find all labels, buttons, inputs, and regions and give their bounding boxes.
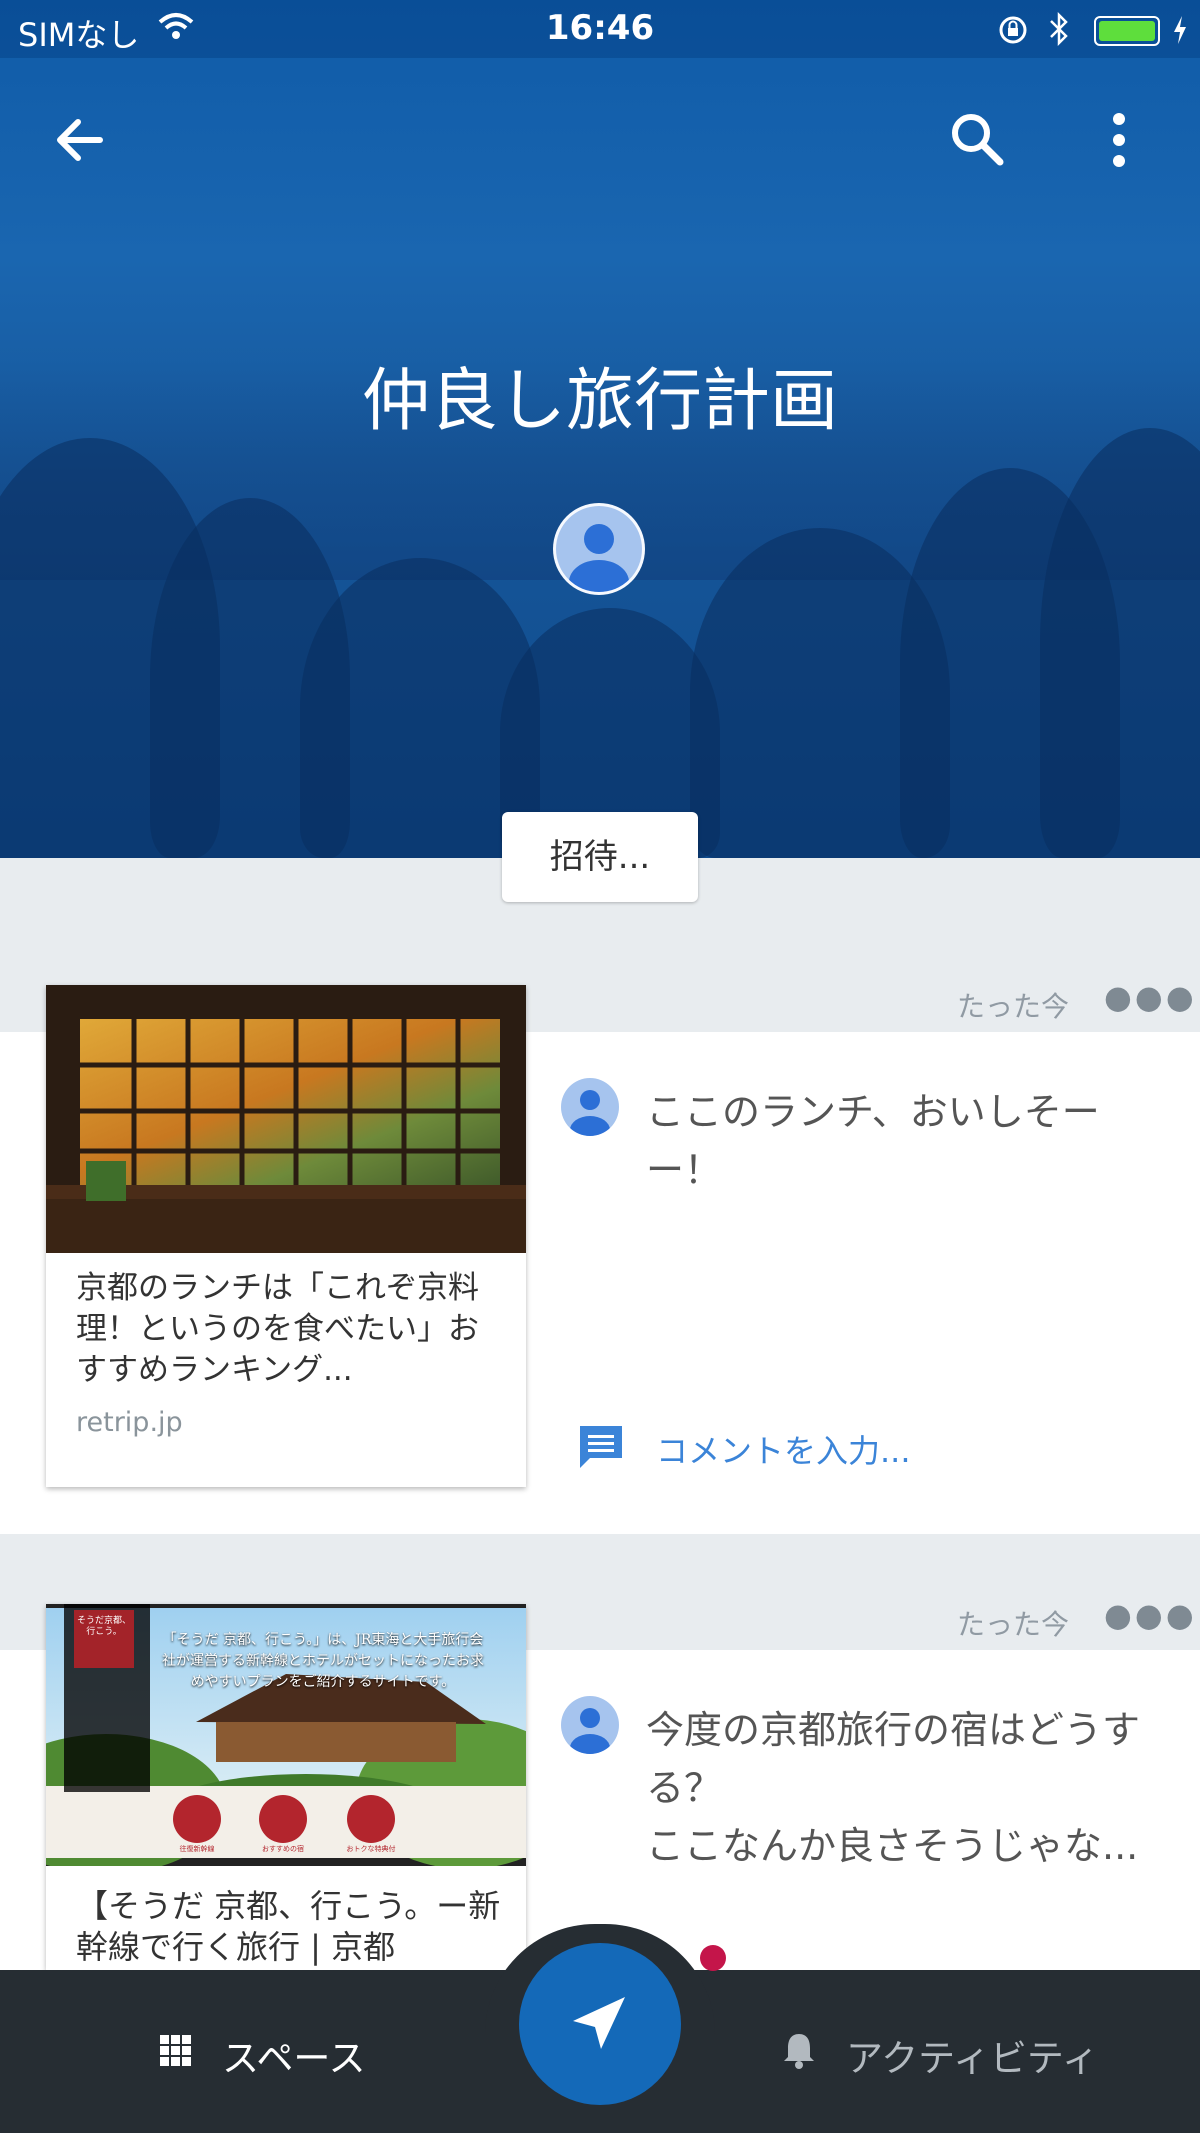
link-thumbnail-image: 「そうだ 京都、行こう。」は、JR東海と大手旅行会社が運営する新幹線とホテルがセ… (46, 1604, 526, 1866)
bell-icon[interactable] (782, 2030, 816, 2070)
link-preview-card[interactable]: 京都のランチは「これぞ京料理！というのを食べたい」おすすめランキング... re… (46, 985, 526, 1487)
link-title: 【そうだ 京都、行こう。ー新幹線で行く旅行 | 京都 (76, 1887, 501, 1966)
avatar-peek (700, 1945, 726, 1971)
link-thumbnail-image (46, 985, 526, 1253)
person-icon (570, 1090, 610, 1136)
space-header: SIMなし 16:46 仲良し旅行計画 (0, 0, 1200, 858)
image-icon-label: おすすめの宿 (262, 1845, 304, 1853)
post-time: たった今 (957, 1608, 1070, 1641)
person-icon (569, 524, 629, 592)
link-preview-card[interactable]: 「そうだ 京都、行こう。」は、JR東海と大手旅行会社が運営する新幹線とホテルがセ… (46, 1604, 526, 1970)
comment-text: 今度の京都旅行の宿はどうする？ ここなんか良さそうじゃな... (646, 1708, 1141, 1868)
invite-button[interactable]: 招待... (502, 812, 698, 902)
image-caption: 「そうだ 京都、行こう。」は、JR東海と大手旅行会社が運営する新幹線とホテルがセ… (162, 1632, 484, 1690)
status-bar: SIMなし 16:46 (0, 0, 1200, 58)
image-seal-text: そうだ京都、行こう。 (76, 1616, 131, 1637)
link-title: 京都のランチは「これぞ京料理！というのを食べたい」おすすめランキング... (76, 1270, 479, 1388)
person-icon (570, 1708, 610, 1754)
battery-icon (1094, 16, 1160, 46)
back-arrow-icon[interactable] (52, 112, 108, 168)
charging-bolt-icon (1174, 16, 1186, 44)
compose-fab-button[interactable] (519, 1943, 681, 2105)
nav-spaces[interactable]: スペース (222, 2028, 366, 2082)
search-icon[interactable] (948, 110, 1006, 168)
link-domain: retrip.jp (76, 1407, 183, 1438)
member-avatar[interactable] (553, 503, 645, 595)
more-horiz-icon[interactable]: ●●● (1104, 978, 1197, 1016)
send-icon (573, 1997, 625, 2049)
orientation-lock-icon (999, 16, 1027, 44)
nav-activity[interactable]: アクティビティ (846, 2028, 1099, 2082)
image-icon-label: おトクな特典付 (346, 1845, 396, 1853)
grid-icon[interactable] (160, 2035, 192, 2067)
image-icon-label: 往復新幹線 (179, 1845, 215, 1853)
more-vert-icon[interactable] (1102, 110, 1136, 170)
bluetooth-icon (1050, 12, 1068, 46)
comment-text: ここのランチ、おいしそーー！ (646, 1090, 1100, 1192)
comment-icon[interactable] (576, 1422, 626, 1472)
post-time: たった今 (957, 990, 1070, 1023)
more-horiz-icon[interactable]: ●●● (1104, 1596, 1197, 1634)
page-title: 仲良し旅行計画 (361, 362, 838, 441)
add-comment-input[interactable]: コメントを入力... (656, 1426, 911, 1472)
commenter-avatar (561, 1078, 619, 1136)
commenter-avatar (561, 1696, 619, 1754)
